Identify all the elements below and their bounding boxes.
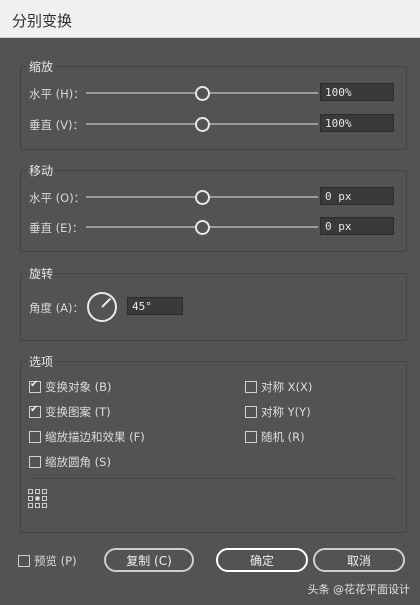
move-group: 移动 水平 (O)： 0 px 垂直 (E)： 0 px — [20, 162, 407, 252]
transform-patterns-checkbox[interactable]: 变换图案 (T) — [29, 404, 111, 420]
checkbox-box[interactable] — [245, 406, 257, 418]
reference-point-icon[interactable] — [28, 489, 48, 509]
move-legend: 移动 — [27, 162, 56, 179]
rotate-angle-row: 角度 (A)： 45° — [29, 292, 396, 322]
copy-button[interactable]: 复制 (C) — [104, 548, 194, 572]
move-horizontal-input[interactable]: 0 px — [320, 187, 394, 205]
checkbox-box[interactable] — [245, 431, 257, 443]
scale-horizontal-input[interactable]: 100% — [320, 83, 394, 101]
reflect-x-checkbox[interactable]: 对称 X(X) — [245, 379, 312, 395]
options-divider — [29, 478, 396, 479]
transform-each-dialog: 分别变换 缩放 水平 (H)： 100% 垂直 (V)： 100% 移动 水平 … — [0, 0, 420, 605]
watermark-text: 头条 @花花平面设计 — [307, 583, 411, 596]
preview-label: 预览 (P) — [34, 554, 77, 568]
scale-strokes-label: 缩放描边和效果 (F) — [45, 430, 145, 444]
checkbox-box[interactable] — [29, 404, 41, 418]
transform-patterns-label: 变换图案 (T) — [45, 405, 111, 419]
title-bar: 分别变换 — [0, 0, 420, 38]
preview-checkbox[interactable]: 预览 (P) — [18, 553, 77, 569]
scale-vertical-input[interactable]: 100% — [320, 114, 394, 132]
move-horizontal-row: 水平 (O)： 0 px — [29, 187, 396, 207]
random-checkbox[interactable]: 随机 (R) — [245, 429, 305, 445]
scale-corners-checkbox[interactable]: 缩放圆角 (S) — [29, 454, 111, 470]
move-vertical-input[interactable]: 0 px — [320, 217, 394, 235]
move-horizontal-label: 水平 (O)： — [29, 191, 86, 205]
checkbox-box[interactable] — [245, 381, 257, 393]
angle-dial-icon[interactable] — [87, 292, 117, 322]
options-legend: 选项 — [27, 353, 56, 370]
cancel-button[interactable]: 取消 — [313, 548, 405, 572]
move-vertical-row: 垂直 (E)： 0 px — [29, 217, 396, 237]
scale-corners-label: 缩放圆角 (S) — [45, 455, 111, 469]
scale-vertical-slider-thumb[interactable] — [195, 117, 210, 132]
scale-vertical-label: 垂直 (V)： — [29, 118, 84, 132]
reflect-y-label: 对称 Y(Y) — [261, 405, 311, 419]
rotate-group: 旋转 角度 (A)： 45° — [20, 265, 407, 341]
scale-vertical-row: 垂直 (V)： 100% — [29, 114, 396, 134]
options-group: 选项 变换对象 (B) 变换图案 (T) 缩放描边和效果 (F) 缩放圆角 (S… — [20, 353, 407, 533]
transform-objects-label: 变换对象 (B) — [45, 380, 112, 394]
reflect-x-label: 对称 X(X) — [261, 380, 313, 394]
scale-horizontal-row: 水平 (H)： 100% — [29, 83, 396, 103]
move-vertical-slider-thumb[interactable] — [195, 220, 210, 235]
move-horizontal-slider-thumb[interactable] — [195, 190, 210, 205]
random-label: 随机 (R) — [261, 430, 305, 444]
scale-group: 缩放 水平 (H)： 100% 垂直 (V)： 100% — [20, 58, 407, 150]
transform-objects-checkbox[interactable]: 变换对象 (B) — [29, 379, 112, 395]
checkbox-box[interactable] — [18, 555, 30, 567]
move-vertical-label: 垂直 (E)： — [29, 221, 84, 235]
scale-horizontal-slider-thumb[interactable] — [195, 86, 210, 101]
ok-button[interactable]: 确定 — [216, 548, 308, 572]
checkbox-box[interactable] — [29, 456, 41, 468]
scale-strokes-checkbox[interactable]: 缩放描边和效果 (F) — [29, 429, 145, 445]
scale-horizontal-label: 水平 (H)： — [29, 87, 85, 101]
rotate-angle-input[interactable]: 45° — [127, 297, 183, 315]
rotate-legend: 旋转 — [27, 265, 56, 282]
scale-legend: 缩放 — [27, 58, 56, 75]
dialog-title: 分别变换 — [12, 12, 73, 30]
checkbox-box[interactable] — [29, 379, 41, 393]
checkbox-box[interactable] — [29, 431, 41, 443]
reflect-y-checkbox[interactable]: 对称 Y(Y) — [245, 404, 311, 420]
rotate-angle-label: 角度 (A)： — [29, 301, 84, 315]
